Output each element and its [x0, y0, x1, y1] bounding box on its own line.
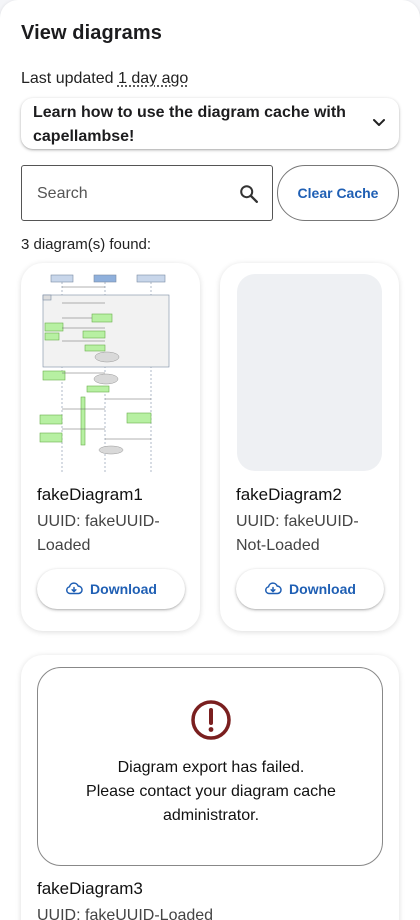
- download-button[interactable]: Download: [236, 569, 384, 609]
- diagram-card[interactable]: Diagram export has failed. Please contac…: [21, 655, 399, 920]
- help-accordion-label: Learn how to use the diagram cache with …: [33, 104, 346, 145]
- download-button[interactable]: Download: [37, 569, 185, 609]
- results-count: 3 diagram(s) found:: [21, 236, 152, 253]
- search-field[interactable]: [21, 165, 273, 221]
- diagram-uuid: UUID: fakeUUID-Loaded: [37, 513, 160, 554]
- diagram-name: fakeDiagram2: [236, 485, 342, 504]
- chevron-down-icon: [373, 119, 385, 126]
- error-line: Diagram export has failed.: [117, 759, 305, 776]
- diagram-card[interactable]: fakeDiagram1 UUID: fakeUUID-Loaded Downl…: [21, 263, 200, 631]
- download-label: Download: [90, 581, 157, 597]
- help-accordion[interactable]: Learn how to use the diagram cache with …: [21, 98, 399, 149]
- error-icon: [191, 700, 231, 740]
- diagram-name: fakeDiagram3: [37, 879, 143, 898]
- diagram-card[interactable]: fakeDiagram2 UUID: fakeUUID-Not-Loaded D…: [220, 263, 399, 631]
- error-line: administrator.: [162, 807, 260, 824]
- diagram-uuid: UUID: fakeUUID-Loaded: [37, 907, 214, 920]
- diagrams-panel: View diagrams Last updated 1 day ago Lea…: [0, 0, 420, 920]
- cloud-download-icon: [265, 582, 282, 595]
- search-icon[interactable]: [238, 183, 260, 205]
- error-line: Please contact your diagram cache: [86, 783, 336, 800]
- error-message: Diagram export has failed. Please contac…: [38, 756, 384, 828]
- export-error-box: Diagram export has failed. Please contac…: [37, 667, 383, 866]
- last-updated: Last updated 1 day ago: [21, 70, 188, 88]
- download-label: Download: [289, 581, 356, 597]
- last-updated-relative[interactable]: 1 day ago: [118, 70, 188, 87]
- clear-cache-button[interactable]: Clear Cache: [277, 165, 399, 221]
- diagram-name: fakeDiagram1: [37, 485, 143, 504]
- cloud-download-icon: [66, 582, 83, 595]
- diagram-uuid: UUID: fakeUUID-Not-Loaded: [236, 513, 359, 554]
- search-input[interactable]: [37, 183, 227, 205]
- diagram-loading-placeholder: [237, 274, 382, 471]
- page-title: View diagrams: [21, 22, 162, 44]
- diagram-thumbnail[interactable]: [37, 273, 183, 481]
- last-updated-label: Last updated: [21, 70, 114, 87]
